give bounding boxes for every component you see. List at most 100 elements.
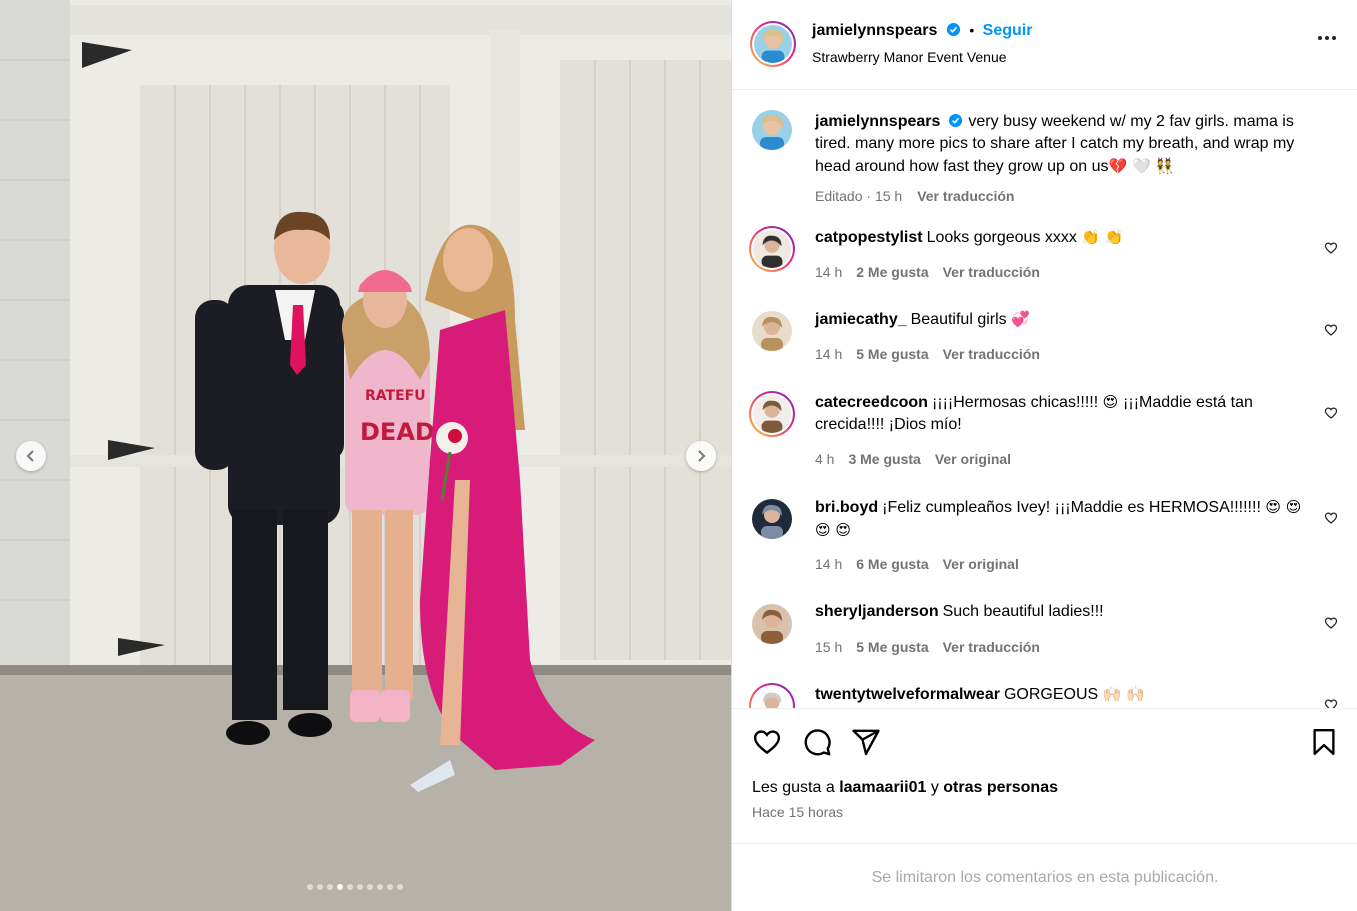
commenter-username[interactable]: catecreedcoon [815, 394, 928, 411]
comment-text: Beautiful girls [910, 311, 1012, 328]
comment-meta: 14 h 6 Me gusta Ver original [815, 556, 1019, 572]
heart-icon [1324, 242, 1338, 254]
commenter-username[interactable]: catpopestylist [815, 229, 923, 246]
comment-time[interactable]: 14 h [815, 556, 842, 572]
comment-like-button[interactable] [1324, 698, 1338, 708]
comment-time[interactable]: 4 h [815, 451, 834, 467]
comment-body: catecreedcoon ¡¡¡¡Hermosas chicas!!!!! 😍 … [815, 391, 1315, 436]
separator-dot: • [969, 22, 975, 38]
heart-icon [1324, 699, 1338, 708]
author-line: jamielynnspears • Seguir [812, 22, 1032, 40]
comment-time[interactable]: 14 h [815, 264, 842, 280]
comment-translate-link[interactable]: Ver original [935, 451, 1011, 467]
post-header: jamielynnspears • Seguir Strawberry Mano… [732, 0, 1357, 90]
commenter-avatar[interactable] [752, 499, 792, 539]
commenter-avatar[interactable] [749, 226, 795, 272]
comment-body: twentytwelveformalwear GORGEOUS 🙌🏻 🙌🏻 [815, 683, 1315, 706]
caption-avatar[interactable] [752, 110, 792, 150]
svg-text:DEAD: DEAD [360, 418, 435, 446]
commenter-username[interactable]: jamiecathy_ [815, 311, 907, 328]
comment-text: ¡Feliz cumpleaños Ivey! ¡¡¡Maddie es HER… [882, 499, 1266, 516]
comment-like-button[interactable] [1324, 511, 1338, 525]
commenter-avatar[interactable] [752, 604, 792, 644]
previous-photo-button[interactable] [16, 441, 46, 471]
verified-icon [946, 22, 960, 37]
comment-like-button[interactable] [1324, 616, 1338, 630]
comment-likes[interactable]: 6 Me gusta [856, 556, 928, 572]
comment-body: jamiecathy_ Beautiful girls 💞 [815, 308, 1315, 331]
slide-dot [387, 884, 393, 890]
comment-likes[interactable]: 5 Me gusta [856, 346, 928, 362]
slide-dot [377, 884, 383, 890]
comment-meta: 14 h 2 Me gusta Ver traducción [815, 264, 1040, 280]
heart-icon [1324, 617, 1338, 629]
bookmark-icon [1313, 728, 1335, 756]
comments-limited-notice: Se limitaron los comentarios en esta pub… [732, 843, 1357, 911]
comment-time[interactable]: 14 h [815, 346, 842, 362]
comment-emoji: 👏 👏 [1081, 228, 1124, 246]
photo-scene: RATEFU DEAD [0, 0, 731, 911]
post-sidebar: jamielynnspears • Seguir Strawberry Mano… [731, 0, 1357, 911]
likes-user-link[interactable]: laamaarii01 [839, 779, 926, 796]
caption-username[interactable]: jamielynnspears [815, 113, 940, 130]
author-avatar[interactable] [750, 21, 796, 67]
share-button[interactable] [851, 727, 881, 757]
comment-time[interactable]: 15 h [815, 639, 842, 655]
like-button[interactable] [752, 727, 782, 757]
heart-icon [1324, 324, 1338, 336]
comment-meta: 4 h 3 Me gusta Ver original [815, 451, 1011, 467]
commenter-avatar[interactable] [752, 311, 792, 351]
commenter-username[interactable]: sheryljanderson [815, 603, 939, 620]
comment-likes[interactable]: 3 Me gusta [848, 451, 920, 467]
instagram-post-view: RATEFU DEAD jamielynnspears • Seguir Str… [0, 0, 1357, 911]
save-button[interactable] [1309, 727, 1339, 757]
post-photo: RATEFU DEAD [0, 0, 731, 911]
commenter-username[interactable]: twentytwelveformalwear [815, 686, 1000, 703]
comment-translate-link[interactable]: Ver traducción [943, 346, 1040, 362]
comment-translate-link[interactable]: Ver traducción [943, 639, 1040, 655]
post-timestamp[interactable]: Hace 15 horas [752, 804, 843, 820]
caption-body: jamielynnspears very busy weekend w/ my 2… [815, 111, 1325, 178]
comment-translate-link[interactable]: Ver traducción [943, 264, 1040, 280]
comment-body: sheryljanderson Such beautiful ladies!!! [815, 601, 1315, 623]
comment-likes[interactable]: 2 Me gusta [856, 264, 928, 280]
edited-label: Editado [815, 188, 863, 204]
comment-body: catpopestylist Looks gorgeous xxxx 👏 👏 [815, 226, 1315, 249]
comment-like-button[interactable] [1324, 241, 1338, 255]
post-location[interactable]: Strawberry Manor Event Venue [812, 49, 1007, 65]
author-username[interactable]: jamielynnspears [812, 22, 937, 39]
more-options-button[interactable] [1318, 36, 1336, 40]
commenter-avatar[interactable] [749, 683, 795, 708]
likes-joiner: y [930, 779, 939, 796]
comment-icon [804, 729, 831, 756]
more-icon [1318, 36, 1322, 40]
comment-like-button[interactable] [1324, 323, 1338, 337]
comment-emoji: 😍 [1102, 393, 1124, 411]
post-actions: Les gusta a laamaarii01 y otras personas… [732, 708, 1357, 843]
follow-button[interactable]: Seguir [983, 22, 1033, 39]
edited-time: 15 h [874, 188, 903, 204]
comment-text: Such beautiful ladies!!! [942, 603, 1104, 620]
comment-like-button[interactable] [1324, 406, 1338, 420]
commenter-username[interactable]: bri.boyd [815, 499, 878, 516]
comments-section[interactable]: jamielynnspears very busy weekend w/ my 2… [732, 91, 1357, 708]
comment-likes[interactable]: 5 Me gusta [856, 639, 928, 655]
comment-translate-link[interactable]: Ver original [943, 556, 1019, 572]
likes-prefix: Les gusta a [752, 779, 835, 796]
next-photo-button[interactable] [686, 441, 716, 471]
heart-icon [1324, 407, 1338, 419]
caption-emoji: 💔 🤍 👯 [1108, 157, 1175, 175]
slide-dot [307, 884, 313, 890]
caption-translate-link[interactable]: Ver traducción [917, 188, 1014, 204]
slide-dot [347, 884, 353, 890]
verified-icon [949, 113, 963, 128]
comment-button[interactable] [802, 727, 832, 757]
slide-dot [327, 884, 333, 890]
slide-dot [317, 884, 323, 890]
share-icon [852, 729, 880, 756]
comment-emoji: 💞 [1011, 310, 1030, 328]
heart-icon [753, 730, 781, 755]
likes-summary: Les gusta a laamaarii01 y otras personas [752, 779, 1058, 797]
likes-others-link[interactable]: otras personas [943, 779, 1058, 796]
commenter-avatar[interactable] [749, 391, 795, 437]
